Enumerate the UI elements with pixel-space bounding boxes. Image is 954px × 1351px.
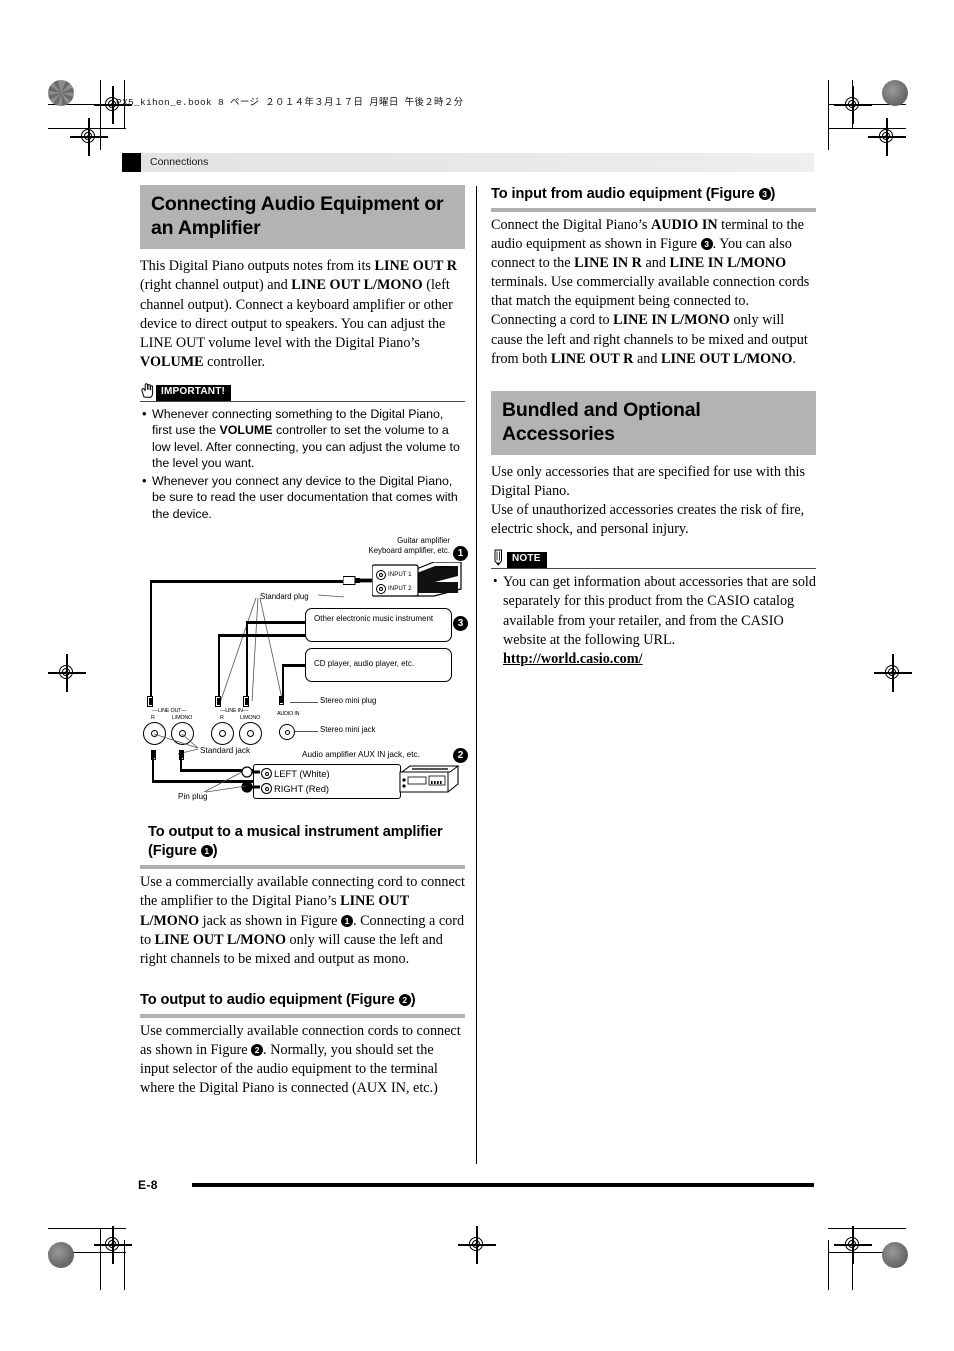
list-item: You can get information about accessorie… (491, 572, 816, 668)
registration-mark (868, 118, 906, 156)
wire-cd-1 (282, 664, 306, 667)
diagram-label-aux-in: Audio amplifier AUX IN jack, etc. (302, 750, 420, 760)
diagram-label-other-instrument: Other electronic music instrument (314, 614, 434, 624)
page-title: Connecting Audio Equipment or an Amplifi… (140, 185, 465, 250)
wire-instrument-1 (246, 621, 306, 624)
diagram-label-cd-player: CD player, audio player, etc. (314, 659, 415, 669)
diagram-badge-1: 1 (453, 546, 468, 562)
diagram-label-left-white: LEFT (White) (274, 768, 330, 780)
diagram-label-standard-jack: Standard jack (200, 746, 251, 756)
registration-mark (48, 654, 86, 692)
panel-caption-out-r: R (151, 715, 155, 722)
running-head: Connections (122, 153, 814, 172)
note-list: You can get information about accessorie… (491, 572, 816, 668)
section-rule (140, 1013, 465, 1018)
registration-mark (834, 86, 872, 124)
panel-caption-in-r: R (220, 715, 224, 722)
wiring-diagram: Guitar amplifier Keyboard amplifier, etc… (140, 536, 468, 801)
column-divider (476, 186, 477, 1164)
other-instrument-box: Other electronic music instrument (305, 608, 452, 643)
registration-mark (70, 118, 108, 156)
registration-mark (94, 1226, 132, 1264)
diagram-label-input1: INPUT 1 (388, 571, 412, 579)
registration-mark (874, 654, 912, 692)
panel-caption-line-in: —LINE IN— (220, 708, 248, 715)
note-block: NOTE You can get information about acces… (491, 549, 816, 668)
leader-lines-pin-plug (203, 772, 247, 793)
diagram-badge-2: 2 (453, 748, 468, 764)
list-item: Whenever connecting something to the Dig… (140, 405, 465, 472)
diagram-label-guitar-amplifier: Guitar amplifier Keyboard amplifier, etc… (368, 536, 450, 556)
important-block: IMPORTANT! Whenever connecting something… (140, 382, 465, 523)
page-number: E-8 (138, 1178, 158, 1192)
wire-instrument-2b (218, 634, 221, 706)
diagram-badge-3: 3 (453, 616, 468, 632)
section-heading-input-audio: To input from audio equipment (Figure 3) (491, 186, 776, 202)
section-body-output-audio: Use commercially available connection co… (140, 1022, 461, 1097)
note-label: NOTE (507, 552, 547, 569)
audio-in-jack (279, 724, 295, 741)
panel-caption-out-lmono: L/MONO (172, 715, 193, 722)
important-label: IMPORTANT! (156, 384, 232, 401)
intro-paragraph: This Digital Piano outputs notes from it… (140, 258, 458, 370)
accessories-intro: Use only accessories that are specified … (491, 464, 805, 538)
important-rule (140, 400, 465, 402)
wire-pin-left-v (152, 758, 155, 783)
print-header-bookinfo: PX5_kihon_e.book 8 ページ ２０１４年３月１７日 月曜日 午後… (116, 97, 464, 108)
note-rule (491, 568, 816, 570)
registration-mark (458, 1226, 496, 1264)
footer-rule (192, 1183, 814, 1187)
important-list: Whenever connecting something to the Dig… (140, 405, 465, 523)
document-page: PX5_kihon_e.book 8 ページ ２０１４年３月１７日 月曜日 午後… (0, 0, 954, 1351)
pencil-icon (491, 549, 506, 567)
registration-mark (834, 1226, 872, 1264)
section-heading-output-audio: To output to audio equipment (Figure 2) (140, 991, 416, 1008)
accessories-title: Bundled and Optional Accessories (491, 390, 816, 456)
line-in-r-jack (211, 722, 234, 746)
list-item: Whenever you connect any device to the D… (140, 472, 465, 523)
line-in-lmono-jack (239, 722, 262, 746)
cd-player-box: CD player, audio player, etc. (305, 648, 452, 683)
diagram-label-input2: INPUT 2 (388, 585, 412, 593)
panel-caption-audio-in: AUDIO IN (277, 711, 300, 718)
running-head-chapter: Connections (150, 156, 209, 168)
amplifier-graphic (371, 561, 462, 606)
running-head-marker (122, 153, 141, 172)
panel-caption-in-lmono: L/MONO (240, 715, 261, 722)
section-body-output-instrument: Use a commercially available connecting … (140, 874, 465, 967)
left-column: Connecting Audio Equipment or an Amplifi… (140, 185, 468, 1098)
audio-amplifier-graphic (398, 762, 460, 798)
diagram-label-right-red: RIGHT (Red) (274, 783, 330, 795)
wire-instrument-2 (218, 634, 306, 637)
panel-caption-line-out: —LINE OUT— (152, 708, 187, 715)
section-body-input-audio: Connect the Digital Piano’s AUDIO IN ter… (491, 216, 810, 367)
section-rule (491, 207, 816, 212)
section-heading-output-instrument: To output to a musical instrument amplif… (148, 824, 443, 860)
diagram-label-stereo-mini-jack: Stereo mini jack (320, 725, 376, 735)
right-column: To input from audio equipment (Figure 3)… (491, 185, 816, 670)
section-rule (140, 865, 465, 870)
leader-lines-standard-plug (219, 595, 345, 704)
diagram-label-stereo-mini-plug: Stereo mini plug (320, 696, 377, 706)
wire-left-vertical (150, 580, 153, 706)
hand-pointing-icon (140, 382, 155, 399)
